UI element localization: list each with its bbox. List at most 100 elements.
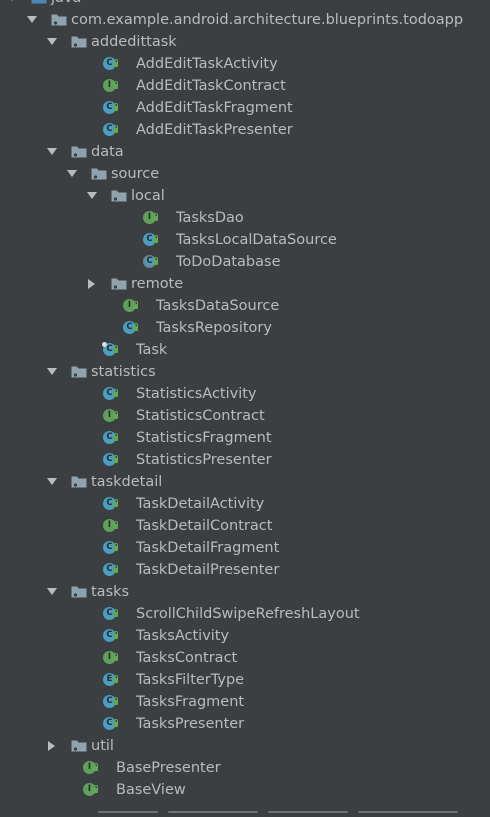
tree-item-basepresenter[interactable]: I BasePresenter — [0, 757, 490, 779]
expand-arrow-down-icon[interactable] — [46, 471, 58, 493]
visibility-lock-icon — [113, 521, 118, 529]
tree-item-statisticspresenter[interactable]: C StatisticsPresenter — [0, 449, 490, 471]
abstract-class-icon: C — [143, 255, 158, 269]
tree-item-label: StatisticsContract — [136, 408, 265, 424]
tree-folder-label: statistics — [91, 364, 156, 380]
tree-item-tododatabase[interactable]: C ToDoDatabase — [0, 251, 490, 273]
expand-arrow-down-icon[interactable] — [26, 9, 38, 31]
tree-item-label: BaseView — [116, 782, 186, 798]
collapse-arrow-right-icon[interactable] — [86, 273, 98, 295]
tree-folder-label: taskdetail — [91, 474, 163, 490]
tree-item-label: StatisticsPresenter — [136, 452, 272, 468]
visibility-lock-icon — [93, 763, 98, 771]
expand-arrow-down-icon[interactable] — [66, 163, 78, 185]
class-icon: C — [103, 453, 118, 467]
folder-icon — [71, 585, 88, 599]
tree-item-label: TaskDetailPresenter — [136, 562, 280, 578]
tree-item-label: StatisticsFragment — [136, 430, 272, 446]
tree-item-label: TasksRepository — [156, 320, 272, 336]
tree-folder-taskdetail[interactable]: taskdetail — [0, 471, 490, 493]
tree-item-taskdetailcontract[interactable]: I TaskDetailContract — [0, 515, 490, 537]
tree-item-tasksfiltertype[interactable]: E TasksFilterType — [0, 669, 490, 691]
expand-arrow-down-icon[interactable] — [46, 31, 58, 53]
tree-item-taskdetailactivity[interactable]: C TaskDetailActivity — [0, 493, 490, 515]
class-icon: C — [102, 342, 118, 357]
class-icon: C — [103, 695, 118, 709]
visibility-lock-icon — [113, 653, 118, 661]
visibility-lock-icon — [93, 785, 98, 793]
tree-folder-label: remote — [131, 276, 184, 292]
expand-arrow-down-icon[interactable] — [46, 581, 58, 603]
tree-item-statisticsactivity[interactable]: C StatisticsActivity — [0, 383, 490, 405]
visibility-lock-icon — [113, 565, 118, 573]
visibility-lock-icon — [113, 543, 118, 551]
tree-item-label: TaskDetailContract — [136, 518, 273, 534]
tree-folder-label: data — [91, 144, 124, 160]
tree-item-tasksdatasource[interactable]: I TasksDataSource — [0, 295, 490, 317]
tree-item-taskdetailfragment[interactable]: C TaskDetailFragment — [0, 537, 490, 559]
interface-icon: I — [103, 409, 118, 423]
tree-item-task[interactable]: C Task — [0, 339, 490, 361]
expand-arrow-down-icon[interactable] — [6, 0, 18, 9]
tree-item-baseview[interactable]: I BaseView — [0, 779, 490, 801]
tree-item-tasksfragment[interactable]: C TasksFragment — [0, 691, 490, 713]
visibility-lock-icon — [113, 697, 118, 705]
tree-folder-com-example-android-architecture-blueprints-todoapp[interactable]: com.example.android.architecture.bluepri… — [0, 9, 490, 31]
tree-folder-java[interactable]: java — [0, 0, 490, 9]
tree-folder-addedittask[interactable]: addedittask — [0, 31, 490, 53]
tree-item-label: ScrollChildSwipeRefreshLayout — [136, 606, 360, 622]
class-icon: C — [103, 629, 118, 643]
tree-item-statisticsfragment[interactable]: C StatisticsFragment — [0, 427, 490, 449]
tree-item-label: TaskDetailFragment — [136, 540, 280, 556]
tree-item-taskslocaldatasource[interactable]: C TasksLocalDataSource — [0, 229, 490, 251]
tree-folder-label: source — [111, 166, 160, 182]
folder-icon — [111, 189, 128, 203]
class-icon: C — [103, 387, 118, 401]
tree-item-taskscontract[interactable]: I TasksContract — [0, 647, 490, 669]
tree-folder-statistics[interactable]: statistics — [0, 361, 490, 383]
visibility-lock-icon — [113, 675, 118, 683]
tree-item-statisticscontract[interactable]: I StatisticsContract — [0, 405, 490, 427]
expand-arrow-down-icon[interactable] — [86, 185, 98, 207]
tree-folder-label: addedittask — [91, 34, 177, 50]
interface-icon: I — [103, 79, 118, 93]
tree-item-label: TasksLocalDataSource — [176, 232, 337, 248]
tree-folder-source[interactable]: source — [0, 163, 490, 185]
visibility-lock-icon — [113, 59, 118, 67]
class-icon: C — [103, 431, 118, 445]
expand-arrow-down-icon[interactable] — [46, 361, 58, 383]
tree-item-addedittaskpresenter[interactable]: C AddEditTaskPresenter — [0, 119, 490, 141]
visibility-lock-icon — [113, 81, 118, 89]
tree-folder-data[interactable]: data — [0, 141, 490, 163]
tree-item-tasksactivity[interactable]: C TasksActivity — [0, 625, 490, 647]
collapse-arrow-right-icon[interactable] — [46, 735, 58, 757]
tree-folder-util[interactable]: util — [0, 735, 490, 757]
tree-folder-local[interactable]: local — [0, 185, 490, 207]
tree-item-addedittaskfragment[interactable]: C AddEditTaskFragment — [0, 97, 490, 119]
expand-arrow-down-icon[interactable] — [46, 141, 58, 163]
tree-item-scrollchildswiperefreshlayout[interactable]: C ScrollChildSwipeRefreshLayout — [0, 603, 490, 625]
class-icon: C — [103, 541, 118, 555]
interface-icon: I — [123, 299, 138, 313]
tree-item-label: TasksContract — [136, 650, 238, 666]
tree-item-label: TaskDetailActivity — [136, 496, 265, 512]
visibility-lock-icon — [153, 235, 158, 243]
tree-folder-tasks[interactable]: tasks — [0, 581, 490, 603]
folder-icon — [71, 145, 88, 159]
tree-item-taskspresenter[interactable]: C TasksPresenter — [0, 713, 490, 735]
tree-folder-label: local — [131, 188, 165, 204]
folder-icon — [31, 0, 48, 5]
tree-item-taskdetailpresenter[interactable]: C TaskDetailPresenter — [0, 559, 490, 581]
tree-item-label: Task — [136, 342, 168, 358]
tree-item-label: AddEditTaskContract — [136, 78, 286, 94]
tree-folder-label: util — [91, 738, 114, 754]
folder-icon — [71, 365, 88, 379]
tree-item-label: ToDoDatabase — [176, 254, 281, 270]
tree-item-tasksrepository[interactable]: C TasksRepository — [0, 317, 490, 339]
class-icon: C — [103, 497, 118, 511]
tree-folder-remote[interactable]: remote — [0, 273, 490, 295]
tree-item-addedittaskactivity[interactable]: C AddEditTaskActivity — [0, 53, 490, 75]
tree-item-addedittaskcontract[interactable]: I AddEditTaskContract — [0, 75, 490, 97]
visibility-lock-icon — [113, 411, 118, 419]
tree-item-tasksdao[interactable]: I TasksDao — [0, 207, 490, 229]
